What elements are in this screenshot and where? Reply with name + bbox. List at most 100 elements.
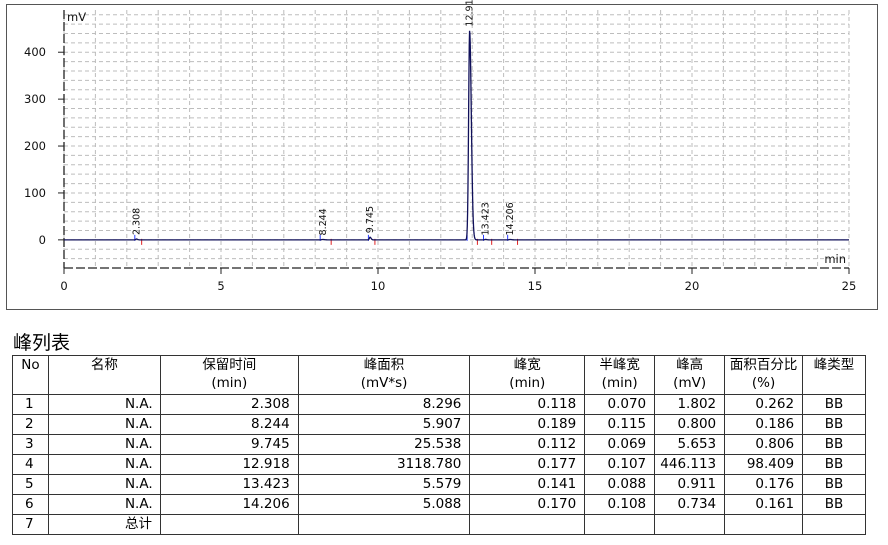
header-retention-time: 保留时间 (min) [159,355,299,395]
header-no: No [12,355,49,395]
header-half-width: 半峰宽 (min) [584,355,656,395]
cell-no: 1 [12,394,49,415]
x-tick-label: 5 [217,279,224,293]
x-tick-label: 20 [685,279,700,293]
table-row: 3 N.A. 9.745 25.538 0.112 0.069 5.653 0.806 BB [12,434,866,455]
header-area-percent: 面积百分比 (%) [724,355,804,395]
cell-peak-type [802,514,866,535]
cell-name: N.A. [47,394,161,415]
cell-area-percent [724,514,804,535]
cell-peak-area: 5.907 [297,414,471,435]
header-peak-area: 峰面积 (mV*s) [297,355,471,395]
cell-peak-area: 5.088 [297,494,471,515]
header-line2: (%) [751,375,776,391]
header-peak-width: 峰宽 (min) [469,355,586,395]
cell-name: N.A. [47,494,161,515]
cell-peak-type: BB [802,434,866,455]
table-row: 6 N.A. 14.206 5.088 0.170 0.108 0.734 0.161 BB [12,494,866,515]
cell-retention-time: 12.918 [159,454,299,475]
cell-peak-area: 3118.780 [297,454,471,475]
chromatogram-chart: 0 100 200 300 400 0 5 10 15 20 25 mV min 2.308 8.244 9.… [24,0,857,293]
cell-area-percent: 0.262 [724,394,804,415]
y-axis-label: mV [67,10,86,24]
cell-peak-width: 0.170 [469,494,586,515]
cell-area-percent: 0.186 [724,414,804,435]
y-tick-label: 400 [24,45,46,59]
cell-no: 2 [12,414,49,435]
header-peak-height: 峰高 (mV) [654,355,726,395]
cell-half-width: 0.107 [584,454,656,475]
header-line2: (min) [211,375,248,391]
header-line1: 峰宽 [513,357,541,373]
x-tick-label: 0 [60,279,67,293]
x-tick-label: 15 [528,279,543,293]
cell-retention-time [159,514,299,535]
x-tick-label: 25 [842,279,857,293]
header-line2: (min) [509,375,546,391]
table-row: 7 总计 [12,514,866,535]
signal-trace [64,30,849,241]
cell-half-width [584,514,656,535]
cell-area-percent: 0.161 [724,494,804,515]
cell-retention-time: 13.423 [159,474,299,495]
cell-peak-width: 0.118 [469,394,586,415]
cell-peak-width: 0.177 [469,454,586,475]
cell-peak-width: 0.189 [469,414,586,435]
cell-no: 4 [12,454,49,475]
cell-no: 6 [12,494,49,515]
header-line1: 保留时间 [202,357,257,373]
cell-peak-width [469,514,586,535]
cell-retention-time: 2.308 [159,394,299,415]
cell-peak-type: BB [802,474,866,495]
cell-retention-time: 14.206 [159,494,299,515]
cell-peak-height: 0.911 [654,474,726,495]
cell-half-width: 0.108 [584,494,656,515]
cell-peak-height: 446.113 [654,454,726,475]
header-line2: (mV) [673,375,707,391]
header-line1: 名称 [90,357,118,373]
cell-peak-area: 25.538 [297,434,471,455]
table-title: 峰列表 [13,332,71,354]
cell-name: N.A. [47,474,161,495]
cell-peak-type: BB [802,494,866,515]
cell-retention-time: 9.745 [159,434,299,455]
cell-half-width: 0.088 [584,474,656,495]
cell-peak-width: 0.112 [469,434,586,455]
peak-table: No 名称 保留时间 (min) 峰面积 (mV*s) 峰宽 (min) 半峰宽 (mi… [12,355,866,535]
header-line1: 面积百分比 [729,357,798,373]
peak-label: 2.308 [131,208,142,235]
header-peak-type: 峰类型 [802,355,866,395]
header-line1: 峰高 [676,357,704,373]
cell-peak-height: 1.802 [654,394,726,415]
cell-half-width: 0.070 [584,394,656,415]
cell-name: N.A. [47,414,161,435]
cell-name: N.A. [47,434,161,455]
peak-label: 8.244 [318,208,329,235]
header-name: 名称 [47,355,161,395]
cell-no: 7 [12,514,49,535]
table-header-row: No 名称 保留时间 (min) 峰面积 (mV*s) 峰宽 (min) 半峰宽 (mi… [12,355,866,395]
cell-peak-width: 0.141 [469,474,586,495]
cell-peak-height: 0.734 [654,494,726,515]
header-line1: 峰面积 [363,357,405,373]
y-tick-label: 100 [24,186,46,200]
cell-peak-type: BB [802,414,866,435]
cell-area-percent: 0.176 [724,474,804,495]
peak-label: 13.423 [480,202,491,235]
header-line1: No [21,357,40,373]
peak-label: 12.918 [465,0,476,27]
header-line1: 半峰宽 [599,357,640,373]
cell-retention-time: 8.244 [159,414,299,435]
table-row: 1 N.A. 2.308 8.296 0.118 0.070 1.802 0.262 BB [12,394,866,415]
table-row: 2 N.A. 8.244 5.907 0.189 0.115 0.800 0.186 BB [12,414,866,435]
cell-peak-area: 8.296 [297,394,471,415]
peak-label: 9.745 [365,206,376,233]
table-row: 5 N.A. 13.423 5.579 0.141 0.088 0.911 0.176 BB [12,474,866,495]
cell-no: 5 [12,474,49,495]
cell-name: N.A. [47,454,161,475]
x-tick-label: 10 [371,279,386,293]
cell-peak-height: 5.653 [654,434,726,455]
cell-no: 3 [12,434,49,455]
y-tick-label: 300 [24,92,46,106]
cell-half-width: 0.069 [584,434,656,455]
